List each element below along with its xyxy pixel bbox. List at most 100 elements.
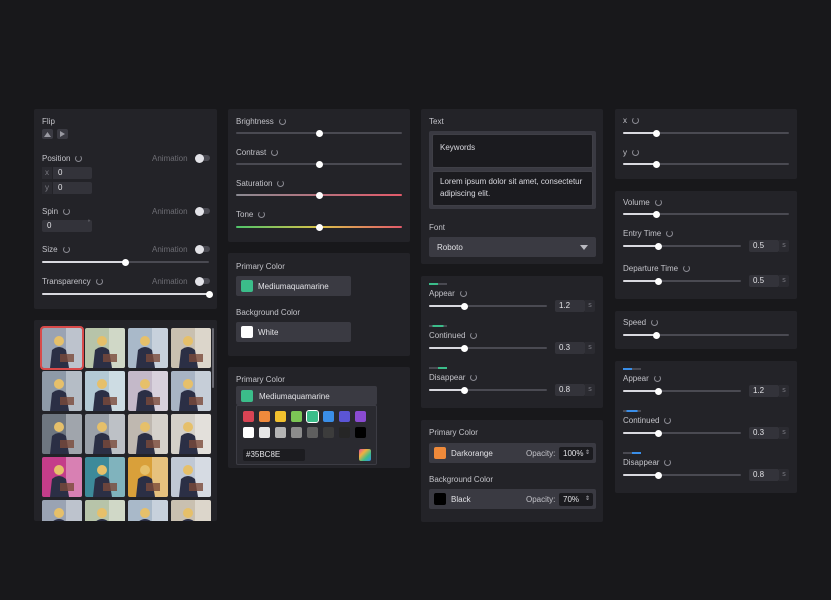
- hex-input[interactable]: #35BC8E: [243, 449, 305, 461]
- continued-slider-2[interactable]: [623, 429, 741, 437]
- spin-input[interactable]: 0 °: [42, 220, 92, 232]
- filter-thumbnail[interactable]: [171, 328, 211, 368]
- filter-thumbnail[interactable]: [85, 328, 125, 368]
- filter-thumbnail[interactable]: [85, 414, 125, 454]
- appear-input[interactable]: 1.2: [555, 300, 585, 312]
- reset-icon[interactable]: [632, 149, 639, 156]
- filter-thumbnail[interactable]: [42, 371, 82, 411]
- position-x-input[interactable]: x0: [42, 167, 92, 179]
- transparency-animation-toggle[interactable]: [195, 276, 210, 286]
- color-swatch-row1-5[interactable]: [306, 410, 319, 423]
- color-swatch-row2-6[interactable]: [323, 427, 334, 438]
- disappear-input-2[interactable]: 0.8: [749, 469, 779, 481]
- reset-icon[interactable]: [63, 208, 71, 215]
- filter-thumbnail[interactable]: [128, 500, 168, 521]
- color-swatch-row2-5[interactable]: [307, 427, 318, 438]
- disappear-input[interactable]: 0.8: [555, 384, 585, 396]
- departure-time-input[interactable]: 0.5: [749, 275, 779, 287]
- filter-thumbnail[interactable]: [40, 326, 84, 370]
- color-swatch-row2-8[interactable]: [355, 427, 366, 438]
- body-text-input[interactable]: Lorem ipsum dolor sit amet, consectetur …: [432, 171, 593, 206]
- reset-icon[interactable]: [651, 319, 659, 326]
- appear-input-2[interactable]: 1.2: [749, 385, 779, 397]
- size-animation-toggle[interactable]: [195, 244, 210, 254]
- disappear-slider-2[interactable]: [623, 471, 741, 479]
- appear-slider-2[interactable]: [623, 387, 741, 395]
- reset-icon[interactable]: [653, 375, 661, 382]
- reset-icon[interactable]: [470, 332, 478, 339]
- primary-color-select-2[interactable]: Darkorange Opacity: 100% ⇕: [429, 443, 596, 463]
- color-swatch-row2-7[interactable]: [339, 427, 350, 438]
- keywords-input[interactable]: Keywords: [432, 134, 593, 168]
- filter-thumbnail[interactable]: [171, 371, 211, 411]
- reset-icon[interactable]: [277, 180, 285, 187]
- reset-icon[interactable]: [632, 117, 639, 124]
- reset-icon[interactable]: [664, 459, 672, 466]
- reset-icon[interactable]: [666, 230, 674, 237]
- tone-slider[interactable]: [236, 223, 402, 231]
- disappear-slider[interactable]: [429, 386, 547, 394]
- saturation-slider[interactable]: [236, 191, 402, 199]
- background-opacity-input[interactable]: 70% ⇕: [559, 492, 593, 506]
- filter-thumbnail[interactable]: [171, 457, 211, 497]
- reset-icon[interactable]: [95, 278, 103, 285]
- speed-slider[interactable]: [623, 331, 789, 339]
- background-color-select-2[interactable]: Black Opacity: 70% ⇕: [429, 489, 596, 509]
- color-swatch-row1-8[interactable]: [355, 411, 366, 422]
- x-slider[interactable]: [623, 129, 789, 137]
- color-swatch-row1-7[interactable]: [339, 411, 350, 422]
- entry-time-slider[interactable]: [623, 242, 741, 250]
- color-swatch-row1-3[interactable]: [275, 411, 286, 422]
- reset-icon[interactable]: [470, 374, 478, 381]
- appear-slider[interactable]: [429, 302, 547, 310]
- continued-input-2[interactable]: 0.3: [749, 427, 779, 439]
- filter-thumbnail[interactable]: [128, 457, 168, 497]
- contrast-slider[interactable]: [236, 160, 402, 168]
- filter-thumbnail[interactable]: [42, 500, 82, 521]
- entry-time-input[interactable]: 0.5: [749, 240, 779, 252]
- color-swatch-row2-4[interactable]: [291, 427, 302, 438]
- filter-scrollbar[interactable]: [212, 328, 214, 388]
- stepper-icon[interactable]: ⇕: [585, 493, 590, 506]
- filter-thumbnail[interactable]: [85, 500, 125, 521]
- reset-icon[interactable]: [258, 211, 266, 218]
- color-swatch-row2-3[interactable]: [275, 427, 286, 438]
- reset-icon[interactable]: [459, 290, 467, 297]
- flip-horizontal-button[interactable]: [42, 129, 53, 139]
- filter-thumbnail[interactable]: [85, 457, 125, 497]
- stepper-icon[interactable]: ⇕: [585, 447, 590, 460]
- filter-thumbnail[interactable]: [42, 414, 82, 454]
- departure-time-slider[interactable]: [623, 277, 741, 285]
- filter-thumbnail[interactable]: [128, 328, 168, 368]
- font-select[interactable]: Roboto: [429, 237, 596, 257]
- size-slider[interactable]: [42, 258, 209, 266]
- reset-icon[interactable]: [683, 265, 691, 272]
- position-animation-toggle[interactable]: [195, 153, 210, 163]
- reset-icon[interactable]: [271, 149, 279, 156]
- background-color-select[interactable]: White: [236, 322, 351, 342]
- primary-opacity-input[interactable]: 100% ⇕: [559, 446, 593, 460]
- reset-icon[interactable]: [75, 155, 83, 162]
- reset-icon[interactable]: [664, 417, 672, 424]
- transparency-slider[interactable]: [42, 290, 213, 298]
- custom-color-icon[interactable]: [359, 449, 371, 461]
- picker-color-select[interactable]: Mediumaquamarine: [236, 386, 377, 405]
- spin-animation-toggle[interactable]: [195, 206, 210, 216]
- flip-vertical-button[interactable]: [57, 129, 68, 139]
- filter-thumbnail[interactable]: [42, 457, 82, 497]
- continued-input[interactable]: 0.3: [555, 342, 585, 354]
- color-swatch-row1-2[interactable]: [259, 411, 270, 422]
- filter-thumbnail[interactable]: [85, 371, 125, 411]
- position-y-input[interactable]: y0: [42, 182, 92, 194]
- continued-slider[interactable]: [429, 344, 547, 352]
- reset-icon[interactable]: [62, 246, 70, 253]
- volume-slider[interactable]: [623, 210, 789, 218]
- brightness-slider[interactable]: [236, 129, 402, 137]
- primary-color-select[interactable]: Mediumaquamarine: [236, 276, 351, 296]
- color-swatch-row2-2[interactable]: [259, 427, 270, 438]
- color-swatch-row2-1[interactable]: [243, 427, 254, 438]
- color-swatch-row1-6[interactable]: [323, 411, 334, 422]
- reset-icon[interactable]: [278, 118, 286, 125]
- filter-thumbnail[interactable]: [171, 500, 211, 521]
- color-swatch-row1-1[interactable]: [243, 411, 254, 422]
